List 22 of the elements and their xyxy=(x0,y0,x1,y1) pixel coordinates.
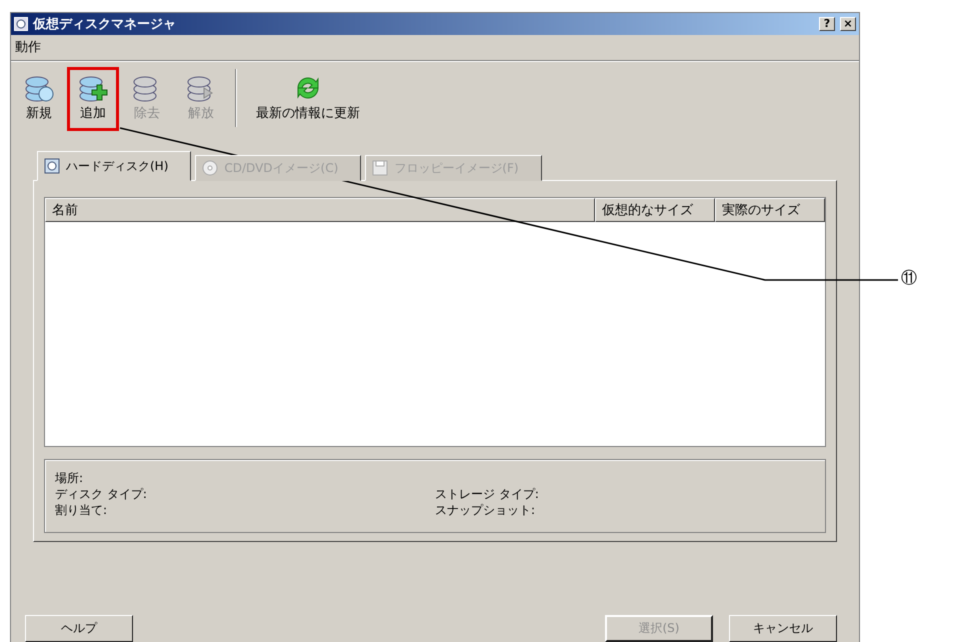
toolbar-button[interactable]: 最新の情報に更新 xyxy=(245,69,371,131)
dialog-button[interactable]: キャンセル xyxy=(729,615,837,642)
help-button[interactable]: ? xyxy=(819,17,835,31)
info-label: スナップショット: xyxy=(435,502,536,518)
info-label: 割り当て: xyxy=(55,502,108,518)
disk-icon xyxy=(14,17,28,31)
menu-item[interactable]: 動作 xyxy=(15,38,45,56)
column-header[interactable]: 名前 xyxy=(45,198,595,222)
close-button[interactable]: × xyxy=(840,17,856,31)
callout-number: ⑪ xyxy=(901,268,917,289)
toolbar-button[interactable]: 新規 xyxy=(13,67,65,131)
column-header[interactable]: 仮想的なサイズ xyxy=(595,198,715,222)
info-label: ディスク タイプ: xyxy=(55,486,148,502)
info-label: ストレージ タイプ: xyxy=(435,486,540,502)
window-title: 仮想ディスクマネージャ xyxy=(33,16,177,33)
cd-icon xyxy=(202,160,218,176)
floppy-icon xyxy=(372,160,388,176)
info-label: 場所: xyxy=(55,470,84,486)
dialog-button[interactable]: ヘルプ xyxy=(25,615,133,642)
toolbar-button[interactable]: 追加 xyxy=(67,67,119,131)
tab[interactable]: ハードディスク(H) xyxy=(37,151,192,181)
column-header[interactable]: 実際のサイズ xyxy=(715,198,825,222)
